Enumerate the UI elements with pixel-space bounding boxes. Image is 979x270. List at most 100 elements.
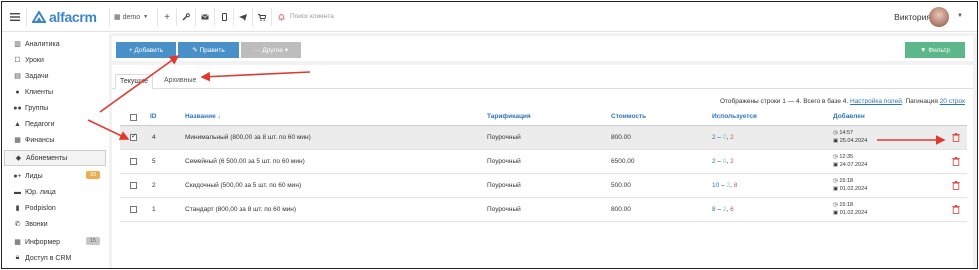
- row-usage: 2 – 0, 2: [712, 134, 734, 141]
- row-added: ◷ 14:57 ▣ 25.04.2024: [833, 130, 868, 144]
- sidebar-item-clients[interactable]: ● Клиенты: [2, 84, 106, 100]
- sidebar-item-label: Информер: [25, 238, 61, 246]
- brand-name: alfacrm: [49, 9, 97, 25]
- sidebar-item-informer[interactable]: ▦ Информер 15: [2, 234, 106, 250]
- row-tariff: Поурочный: [487, 206, 521, 213]
- sidebar-item-groups[interactable]: ●● Группы: [2, 100, 106, 116]
- sidebar-item-tasks[interactable]: ▤ Задачи: [2, 68, 106, 84]
- mobile-icon[interactable]: [216, 2, 232, 32]
- table-row[interactable]: 1 Стандарт (800,00 за 8 шт. по 60 мин) П…: [120, 198, 967, 222]
- telegram-icon[interactable]: [235, 2, 251, 32]
- field-settings-link[interactable]: Настройка полей: [850, 98, 902, 105]
- sidebar-item-crm-access[interactable]: 🔒︎ Доступ в CRM: [2, 250, 106, 266]
- hamburger-icon[interactable]: [6, 2, 24, 32]
- column-header-added[interactable]: Добавлен: [833, 109, 865, 125]
- avatar[interactable]: [929, 7, 949, 27]
- logo-icon: [32, 11, 46, 23]
- sidebar-item-label: Клиенты: [25, 88, 54, 96]
- other-dropdown-button[interactable]: ··· Другое ▾: [241, 42, 301, 58]
- sidebar-item-leads[interactable]: ●+ Лиды 33: [2, 168, 106, 184]
- analytics-icon: ▥: [14, 41, 21, 48]
- row-tariff: Поурочный: [487, 158, 521, 165]
- row-checkbox[interactable]: [130, 158, 137, 165]
- trash-icon[interactable]: [952, 133, 960, 142]
- building-icon: ▦: [114, 14, 121, 21]
- row-cost: 800.00: [611, 206, 631, 213]
- client-search-input[interactable]: Поиск клиента: [290, 13, 334, 20]
- mail-icon[interactable]: [197, 2, 213, 32]
- top-bar: alfacrm ▦ demo ▼ + Поиск клиента Виктори…: [2, 2, 977, 32]
- add-icon[interactable]: +: [159, 2, 175, 32]
- table-row[interactable]: 4 Минимальный (800,00 за 8 шт. по 60 мин…: [120, 126, 967, 150]
- content-panel: Текущие Архивные Отображены строки 1 — 4…: [112, 65, 973, 268]
- row-id: 2: [152, 182, 156, 189]
- column-header-name[interactable]: Название ↓: [185, 109, 221, 125]
- add-button[interactable]: + Добавить: [116, 42, 176, 58]
- row-checkbox[interactable]: [130, 132, 137, 141]
- informer-count-badge: 15: [85, 237, 100, 245]
- row-name: Стандарт (800,00 за 8 шт. по 60 мин): [185, 206, 297, 213]
- sidebar-item-label: Доступ в CRM: [25, 254, 72, 262]
- sidebar-item-subscriptions[interactable]: ◆ Абонементы: [4, 150, 106, 166]
- finance-icon: ▦: [14, 137, 21, 144]
- row-name: Минимальный (800,00 за 8 шт. по 60 мин): [185, 134, 311, 141]
- table-row[interactable]: 2 Скидочный (500,00 за 5 шт. по 60 мин) …: [120, 174, 967, 198]
- tab-archived[interactable]: Архивные: [160, 74, 200, 90]
- cart-icon[interactable]: [254, 2, 270, 32]
- column-header-used[interactable]: Используется: [712, 109, 757, 125]
- pagination-link[interactable]: 20 строк: [940, 98, 965, 105]
- main-area: + Добавить ✎ Править ··· Другое ▾ ▼ Филь…: [109, 33, 977, 268]
- sidebar-item-label: Аналитика: [25, 40, 60, 48]
- trash-icon[interactable]: [952, 205, 960, 214]
- calendar-icon: ☐: [14, 57, 21, 64]
- trash-icon[interactable]: [952, 181, 960, 190]
- sidebar-item-teachers[interactable]: ▲ Педагоги: [2, 116, 106, 132]
- tab-current[interactable]: Текущие: [115, 74, 153, 90]
- row-checkbox[interactable]: [130, 206, 137, 213]
- tab-bar: Текущие Архивные: [112, 65, 973, 90]
- row-usage: 8 – 2, 6: [712, 206, 734, 213]
- row-cost: 500.00: [611, 182, 631, 189]
- trash-icon[interactable]: [952, 157, 960, 166]
- branch-selector[interactable]: ▦ demo ▼: [114, 2, 156, 32]
- sidebar-item-lessons[interactable]: ☐ Уроки: [2, 52, 106, 68]
- row-id: 4: [152, 134, 156, 141]
- row-cost: 800.00: [611, 134, 631, 141]
- filter-button[interactable]: ▼ Фильтр: [905, 42, 965, 58]
- sidebar-item-label: Группы: [25, 104, 49, 112]
- column-header-id[interactable]: ID: [150, 109, 157, 125]
- app-window: alfacrm ▦ demo ▼ + Поиск клиента Виктори…: [1, 1, 978, 269]
- sidebar-item-analytics[interactable]: ▥ Аналитика: [2, 36, 106, 52]
- select-all-checkbox[interactable]: [130, 114, 137, 121]
- sidebar-item-label: Финансы: [25, 136, 55, 144]
- row-added: ◷ 15:18 ▣ 01.02.2024: [833, 178, 868, 192]
- sidebar-item-label: Юр. лица: [25, 188, 56, 196]
- informer-icon: ▦: [14, 239, 21, 246]
- brand-logo[interactable]: alfacrm: [32, 9, 97, 25]
- lock-icon: 🔒︎: [15, 254, 20, 261]
- row-checkbox[interactable]: [130, 182, 137, 189]
- column-header-tariff[interactable]: Тарификация: [487, 109, 531, 125]
- column-header-cost[interactable]: Стоимость: [611, 109, 646, 125]
- edit-button[interactable]: ✎ Править: [178, 42, 239, 58]
- sidebar-item-label: Задачи: [25, 72, 49, 80]
- table-row[interactable]: 5 Семейный (6 500,00 за 5 шт. по 60 мин)…: [120, 150, 967, 174]
- sidebar-item-legal-entities[interactable]: ▬ Юр. лица: [2, 184, 106, 200]
- graduation-cap-icon: ▲: [14, 120, 21, 128]
- bell-icon[interactable]: [273, 2, 289, 32]
- wrench-icon[interactable]: [178, 2, 194, 32]
- sidebar-item-calls[interactable]: ✆ Звонки: [2, 216, 106, 232]
- row-usage: 10 – 2, 8: [712, 182, 738, 189]
- row-usage: 2 – 0, 2: [712, 158, 734, 165]
- sidebar-item-label: Podpislon: [25, 204, 56, 212]
- chevron-down-icon[interactable]: ▼: [957, 13, 963, 19]
- branch-name: demo: [122, 13, 141, 21]
- sidebar-item-label: Педагоги: [25, 120, 55, 128]
- sidebar-item-finance[interactable]: ▦ Финансы: [2, 132, 106, 148]
- user-name[interactable]: Виктория: [894, 12, 931, 22]
- group-icon: ●●: [13, 104, 22, 112]
- sidebar-item-podpislon[interactable]: ▮ Podpislon: [2, 200, 106, 216]
- row-added: ◷ 12:35 ▣ 24.07.2024: [833, 154, 868, 168]
- sidebar-item-label: Абонементы: [26, 154, 68, 162]
- sidebar-item-label: Звонки: [25, 220, 48, 228]
